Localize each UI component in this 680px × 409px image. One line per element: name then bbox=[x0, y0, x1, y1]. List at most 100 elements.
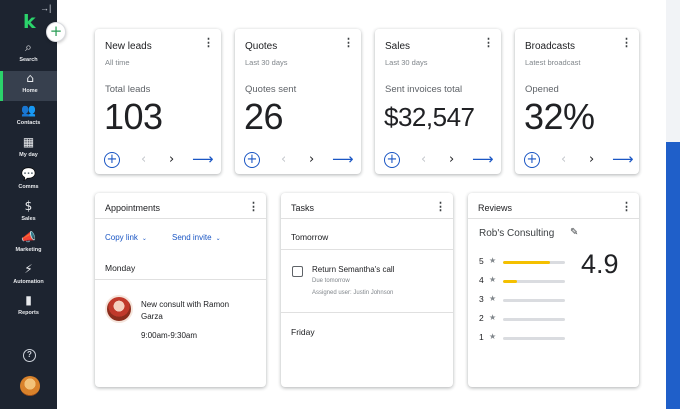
rating-bar-fill bbox=[503, 261, 550, 264]
chevron-right-icon[interactable]: › bbox=[449, 152, 454, 167]
brand-logo[interactable]: k bbox=[23, 11, 36, 33]
divider bbox=[95, 279, 266, 280]
rating-bar bbox=[503, 280, 565, 283]
sidebar-item-home[interactable]: ⌂ Home bbox=[0, 71, 57, 101]
reviews-card: Reviews ⋮ Rob's Consulting ✎ 5 ★ 4 ★ 3 ★… bbox=[468, 193, 639, 387]
more-options-icon[interactable]: ⋮ bbox=[248, 202, 259, 213]
send-invite-button[interactable]: Send invite ⌄ bbox=[172, 233, 221, 242]
sidebar-item-label: Search bbox=[19, 57, 38, 63]
metric-label: Opened bbox=[525, 84, 559, 95]
help-icon[interactable]: ? bbox=[23, 349, 36, 362]
rating-bar bbox=[503, 299, 565, 302]
chevron-down-icon: ⌄ bbox=[141, 236, 147, 242]
contact-avatar bbox=[105, 295, 133, 323]
metric-value: 103 bbox=[104, 96, 163, 137]
chevron-left-icon[interactable]: ‹ bbox=[421, 152, 426, 167]
sidebar-item-label: Sales bbox=[21, 216, 36, 222]
calendar-icon: ▦ bbox=[22, 135, 35, 149]
appointments-card: Appointments ⋮ Copy link ⌄ Send invite ⌄ M… bbox=[95, 193, 266, 387]
divider bbox=[281, 218, 453, 219]
chevron-left-icon[interactable]: ‹ bbox=[141, 152, 146, 167]
arrow-right-icon[interactable]: ⟶ bbox=[192, 150, 214, 168]
chevron-left-icon[interactable]: ‹ bbox=[281, 152, 286, 167]
card-subtitle: Last 30 days bbox=[385, 58, 428, 67]
chat-icon: 💬 bbox=[21, 167, 36, 181]
rating-row: 3 ★ bbox=[479, 294, 569, 306]
user-avatar[interactable] bbox=[20, 376, 40, 396]
sidebar-item-label: Reports bbox=[18, 310, 39, 316]
event-time: 9:00am-9:30am bbox=[141, 331, 198, 340]
arrow-right-icon[interactable]: ⟶ bbox=[332, 150, 354, 168]
add-circle-icon[interactable]: + bbox=[244, 152, 260, 168]
card-title: Reviews bbox=[478, 203, 513, 213]
sales-icon: $ bbox=[24, 199, 33, 213]
chevron-right-icon[interactable]: › bbox=[589, 152, 594, 167]
task-checkbox[interactable] bbox=[292, 266, 303, 277]
star-icon: ★ bbox=[489, 332, 497, 341]
rating-row: 2 ★ bbox=[479, 313, 569, 325]
card-title: New leads bbox=[105, 41, 152, 52]
sidebar-item-marketing[interactable]: 📣 Marketing bbox=[0, 230, 57, 260]
rating-row: 4 ★ bbox=[479, 275, 569, 287]
business-name: Rob's Consulting bbox=[479, 228, 555, 239]
add-circle-icon[interactable]: + bbox=[104, 152, 120, 168]
rating-bar bbox=[503, 318, 565, 321]
add-circle-icon[interactable]: + bbox=[384, 152, 400, 168]
metric-label: Total leads bbox=[105, 84, 151, 95]
contacts-icon: 👥 bbox=[21, 103, 36, 117]
rating-bar-fill bbox=[503, 280, 517, 283]
edit-icon[interactable]: ✎ bbox=[570, 227, 578, 238]
more-options-icon[interactable]: ⋮ bbox=[435, 202, 446, 213]
task-title[interactable]: Return Semantha's call bbox=[312, 265, 394, 274]
home-icon: ⌂ bbox=[26, 71, 34, 85]
sidebar-item-reports[interactable]: ▮ Reports bbox=[0, 293, 57, 323]
task-group-heading: Friday bbox=[291, 327, 315, 337]
rating-value: 1 bbox=[479, 332, 484, 342]
rating-bar bbox=[503, 337, 565, 340]
sidebar-item-automation[interactable]: ⚡ Automation bbox=[0, 262, 57, 292]
more-options-icon[interactable]: ⋮ bbox=[621, 38, 632, 49]
lightning-icon: ⚡ bbox=[24, 262, 33, 276]
metric-label: Quotes sent bbox=[245, 84, 297, 95]
sidebar-item-label: My day bbox=[19, 152, 38, 158]
event-title-continued[interactable]: Garza bbox=[141, 312, 163, 321]
star-icon: ★ bbox=[489, 294, 497, 303]
sidebar-item-sales[interactable]: $ Sales bbox=[0, 199, 57, 229]
add-button[interactable]: + bbox=[46, 22, 66, 42]
add-circle-icon[interactable]: + bbox=[524, 152, 540, 168]
arrow-right-icon[interactable]: ⟶ bbox=[472, 150, 494, 168]
divider bbox=[468, 218, 639, 219]
card-subtitle: All time bbox=[105, 58, 130, 67]
card-title: Appointments bbox=[105, 203, 161, 213]
chevron-left-icon[interactable]: ‹ bbox=[561, 152, 566, 167]
sidebar-item-comms[interactable]: 💬 Comms bbox=[0, 167, 57, 197]
more-options-icon[interactable]: ⋮ bbox=[621, 202, 632, 213]
sidebar-item-search[interactable]: ⌕ Search bbox=[0, 40, 57, 70]
more-options-icon[interactable]: ⋮ bbox=[203, 38, 214, 49]
card-title: Tasks bbox=[291, 203, 315, 213]
chevron-right-icon[interactable]: › bbox=[169, 152, 174, 167]
card-title: Quotes bbox=[245, 41, 278, 52]
task-assigned: Assigned user: Justin Johnson bbox=[312, 290, 394, 296]
collapse-sidebar-icon[interactable]: →| bbox=[40, 3, 51, 13]
sidebar-item-contacts[interactable]: 👥 Contacts bbox=[0, 103, 57, 133]
sidebar-item-label: Marketing bbox=[15, 247, 42, 253]
kpi-card-broadcasts: Broadcasts ⋮ Latest broadcast Opened 32%… bbox=[515, 29, 639, 174]
more-options-icon[interactable]: ⋮ bbox=[343, 38, 354, 49]
chevron-right-icon[interactable]: › bbox=[309, 152, 314, 167]
metric-value: 26 bbox=[244, 96, 284, 137]
event-title[interactable]: New consult with Ramon bbox=[141, 300, 229, 309]
star-icon: ★ bbox=[489, 256, 497, 265]
metric-value: 32% bbox=[524, 96, 595, 137]
sidebar-item-my-day[interactable]: ▦ My day bbox=[0, 135, 57, 165]
copy-link-button[interactable]: Copy link ⌄ bbox=[105, 233, 147, 242]
copy-link-label: Copy link bbox=[105, 233, 138, 242]
divider bbox=[95, 218, 266, 219]
rating-bar bbox=[503, 261, 565, 264]
kpi-card-sales: Sales ⋮ Last 30 days Sent invoices total… bbox=[375, 29, 501, 174]
bar-chart-icon: ▮ bbox=[25, 293, 32, 307]
tasks-card: Tasks ⋮ Tomorrow Return Semantha's call … bbox=[281, 193, 453, 387]
sidebar-item-label: Comms bbox=[18, 184, 39, 190]
more-options-icon[interactable]: ⋮ bbox=[483, 38, 494, 49]
arrow-right-icon[interactable]: ⟶ bbox=[612, 150, 634, 168]
